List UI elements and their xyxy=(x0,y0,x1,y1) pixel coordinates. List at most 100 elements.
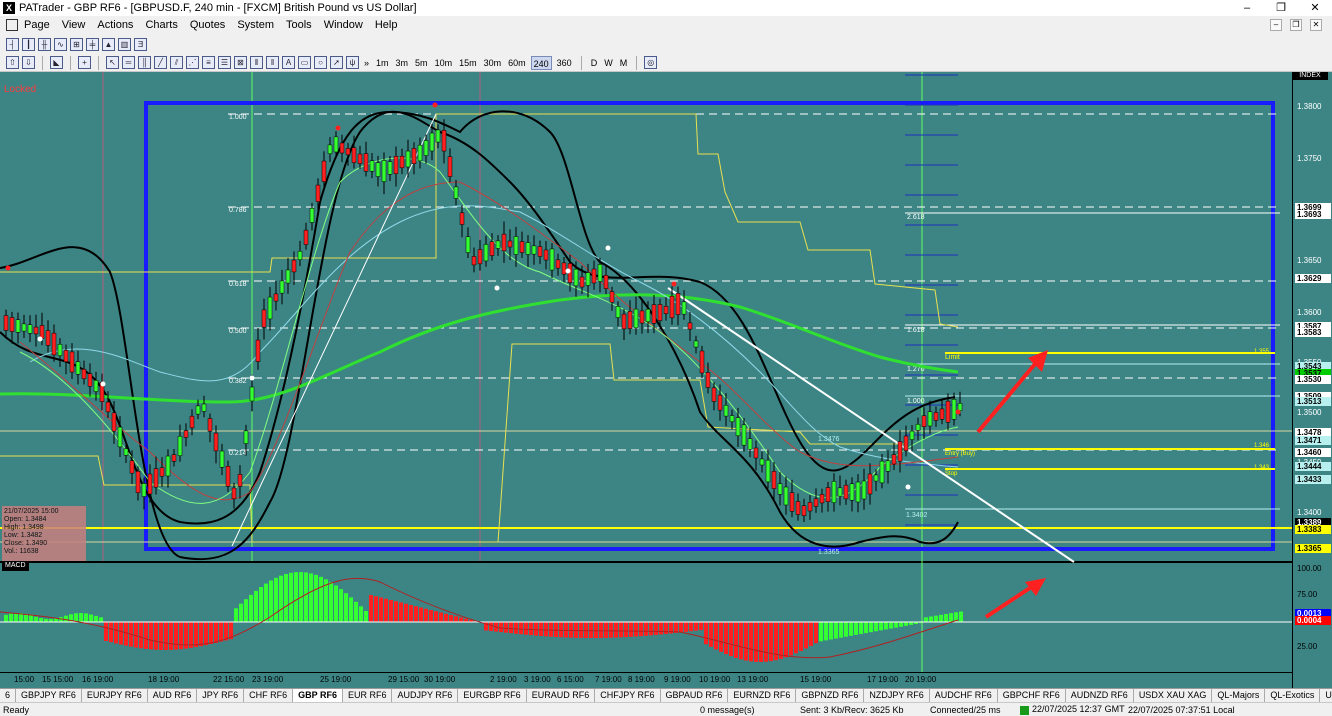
zoom-out-icon[interactable]: ⇩ xyxy=(22,56,35,69)
tf-10m[interactable]: 10m xyxy=(433,56,455,70)
gann-icon[interactable]: ⊠ xyxy=(234,56,247,69)
price-axis[interactable]: 1.38001.37501.37001.36501.36001.35501.35… xyxy=(1292,72,1332,688)
tab-item[interactable]: JPY RF6 xyxy=(197,689,245,702)
tab-item[interactable]: EURAUD RF6 xyxy=(527,689,596,702)
ohlc-chart-icon[interactable]: ╫ xyxy=(38,37,51,51)
tab-item[interactable]: GBPAUD RF6 xyxy=(661,689,729,702)
tab-item[interactable]: EURGBP RF6 xyxy=(458,689,527,702)
tf-30m[interactable]: 30m xyxy=(482,56,504,70)
tab-item[interactable]: QL-Exotics xyxy=(1265,689,1321,702)
price-chart[interactable]: 1.000 0.786 0.618 0.500 0.382 0.214 2.618 1.618… xyxy=(0,72,1292,688)
tf-5m[interactable]: 5m xyxy=(413,56,430,70)
macd-bar xyxy=(584,622,588,638)
mdi-close-button[interactable]: ✕ xyxy=(1310,19,1322,31)
tab-item[interactable]: GBPNZD RF6 xyxy=(796,689,865,702)
tab-item[interactable]: USDX RF xyxy=(1320,689,1332,702)
vline-icon[interactable]: ║ xyxy=(138,56,151,69)
tab-item[interactable]: USDX XAU XAG xyxy=(1134,689,1213,702)
hline-icon[interactable]: ═ xyxy=(122,56,135,69)
mountain-chart-icon[interactable]: ▲ xyxy=(102,37,115,51)
tab-item[interactable]: AUDCHF RF6 xyxy=(930,689,998,702)
rect-icon[interactable]: ▭ xyxy=(298,56,311,69)
macd-bar xyxy=(884,622,888,630)
tab-item[interactable]: GBPCHF RF6 xyxy=(998,689,1066,702)
period-d[interactable]: D xyxy=(589,56,600,70)
close-button[interactable]: ✕ xyxy=(1298,0,1332,16)
tab-item[interactable]: AUDNZD RF6 xyxy=(1066,689,1134,702)
trendline-icon[interactable]: ╱ xyxy=(154,56,167,69)
price-level-box: 1.3693 xyxy=(1295,210,1331,219)
tab-item[interactable]: EURJPY RF6 xyxy=(82,689,148,702)
page-icon[interactable] xyxy=(6,19,18,31)
time-zones-icon[interactable]: ‖ xyxy=(266,56,279,69)
mdi-minimize-button[interactable]: – xyxy=(1270,19,1282,31)
mdi-restore-button[interactable]: ❐ xyxy=(1290,19,1302,31)
text-icon[interactable]: A xyxy=(282,56,295,69)
fib-retrace-icon[interactable]: ≡ xyxy=(202,56,215,69)
fib-label: 1.000 xyxy=(229,114,247,121)
menu-quotes[interactable]: Quotes xyxy=(184,19,231,31)
tf-60m[interactable]: 60m xyxy=(506,56,528,70)
minimize-button[interactable]: – xyxy=(1230,0,1264,16)
tab-item[interactable]: CHFJPY RF6 xyxy=(595,689,661,702)
menu-window[interactable]: Window xyxy=(318,19,369,31)
tab-item[interactable]: AUDJPY RF6 xyxy=(392,689,459,702)
macd-bar xyxy=(279,575,283,622)
tab-item[interactable]: CHF RF6 xyxy=(244,689,294,702)
bar-chart-icon[interactable]: ┤ xyxy=(6,37,19,51)
status-connected: Connected/25 ms xyxy=(930,704,1001,715)
macd-bar xyxy=(259,587,263,622)
candle-body xyxy=(771,471,777,489)
channel-icon[interactable]: ⫽ xyxy=(170,56,183,69)
hlc-chart-icon[interactable]: ╪ xyxy=(86,37,99,51)
time-axis[interactable]: 15:00 15 15:00 16 19:00 18 19:00 22 15:00 23 … xyxy=(0,672,1292,688)
macd-bar xyxy=(574,622,578,638)
indicator-chart-icon[interactable]: Ǝ xyxy=(134,37,147,51)
menu-actions[interactable]: Actions xyxy=(91,19,139,31)
menu-charts[interactable]: Charts xyxy=(139,19,183,31)
more-tools-icon[interactable]: » xyxy=(362,56,371,70)
pitchfork-icon[interactable]: ψ xyxy=(346,56,359,69)
tab-item[interactable]: GBP RF6 xyxy=(293,689,343,702)
crosshair-icon[interactable]: + xyxy=(78,56,91,69)
tab-item[interactable]: 6 xyxy=(0,689,17,702)
menu-view[interactable]: View xyxy=(56,19,92,31)
arrow-icon[interactable]: ➚ xyxy=(330,56,343,69)
zoom-in-icon[interactable]: ⇧ xyxy=(6,56,19,69)
candle-body xyxy=(483,244,489,262)
cycle-icon[interactable]: ⦀ xyxy=(250,56,263,69)
menu-tools[interactable]: Tools xyxy=(280,19,318,31)
fib-ext-icon[interactable]: ☰ xyxy=(218,56,231,69)
line-chart-icon[interactable]: ∿ xyxy=(54,37,67,51)
maximize-button[interactable]: ❐ xyxy=(1264,0,1298,16)
tab-item[interactable]: QL-Majors xyxy=(1212,689,1266,702)
refresh-icon[interactable]: ◎ xyxy=(644,56,658,69)
menu-help[interactable]: Help xyxy=(369,19,404,31)
menu-page[interactable]: Page xyxy=(18,19,56,31)
macd-bar xyxy=(709,622,713,647)
tab-item[interactable]: AUD RF6 xyxy=(148,689,198,702)
candle-body xyxy=(717,394,723,411)
candle-chart-icon[interactable]: ┃ xyxy=(22,37,35,51)
tab-item[interactable]: EURNZD RF6 xyxy=(728,689,797,702)
tab-item[interactable]: EUR RF6 xyxy=(343,689,393,702)
chart-area[interactable]: 1.000 0.786 0.618 0.500 0.382 0.214 2.618 1.618… xyxy=(0,72,1332,688)
tf-1m[interactable]: 1m xyxy=(374,56,391,70)
tf-240[interactable]: 240 xyxy=(530,55,552,70)
tf-3m[interactable]: 3m xyxy=(394,56,411,70)
menu-system[interactable]: System xyxy=(231,19,280,31)
volume-chart-icon[interactable]: ▥ xyxy=(118,37,131,51)
line-style-icon[interactable]: ◣ xyxy=(50,56,63,69)
candle-body xyxy=(399,155,405,169)
macd-bar xyxy=(84,613,88,622)
zoom-chart-icon[interactable]: ⊞ xyxy=(70,37,83,51)
tf-360[interactable]: 360 xyxy=(555,56,574,70)
tf-15m[interactable]: 15m xyxy=(457,56,479,70)
tab-item[interactable]: GBPJPY RF6 xyxy=(16,689,82,702)
period-w[interactable]: W xyxy=(602,56,615,70)
fibfan-icon[interactable]: ⋰ xyxy=(186,56,199,69)
tab-item[interactable]: NZDJPY RF6 xyxy=(864,689,930,702)
period-m[interactable]: M xyxy=(618,56,630,70)
ellipse-icon[interactable]: ○ xyxy=(314,56,327,69)
pointer-icon[interactable]: ↖ xyxy=(106,56,119,69)
